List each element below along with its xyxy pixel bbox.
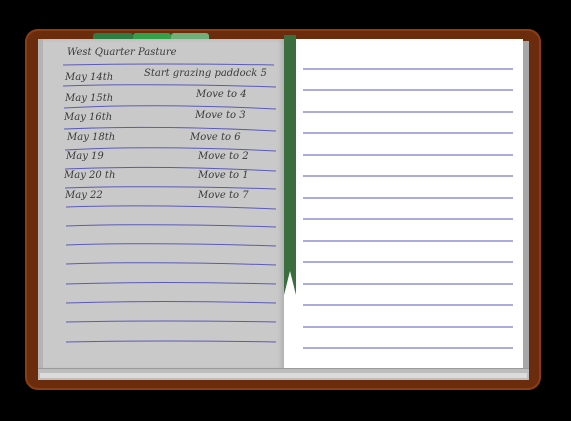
ruled-line	[62, 84, 277, 88]
left-page-edge	[38, 39, 43, 370]
entry-note: Move to 2	[198, 151, 249, 162]
entry-date: May 19	[66, 151, 104, 162]
ruled-line	[65, 320, 277, 323]
right-page	[284, 39, 523, 370]
ruled-line	[65, 262, 277, 266]
entry-date: May 16th	[64, 112, 113, 123]
entry-note: Move to 4	[196, 89, 247, 100]
page-title: West Quarter Pasture	[67, 47, 177, 58]
left-page: West Quarter Pasture May 14th Start graz…	[38, 39, 284, 370]
entry-date: May 18th	[67, 132, 116, 143]
ruled-line	[62, 63, 275, 66]
ruled-line	[65, 340, 277, 343]
entry-date: May 22	[65, 190, 103, 201]
entry-note: Move to 3	[195, 110, 246, 121]
entry-note: Move to 1	[198, 170, 249, 181]
entry-date: May 15th	[65, 93, 114, 104]
page-stack-bottom-highlight	[40, 373, 527, 378]
ruled-line	[65, 301, 277, 304]
entry-note: Move to 7	[198, 190, 249, 201]
ruled-line	[65, 205, 277, 210]
entry-note: Move to 6	[190, 132, 241, 143]
ruled-line	[65, 224, 277, 228]
ruled-line	[65, 243, 277, 247]
entry-date: May 14th	[65, 72, 114, 83]
bookmark-ribbon[interactable]	[284, 35, 296, 295]
right-page-edge	[523, 41, 529, 369]
entry-note: Start grazing paddock 5	[144, 68, 267, 79]
left-page-lines	[62, 63, 277, 343]
right-page-lines	[303, 68, 513, 349]
ruled-line	[63, 105, 277, 110]
ruled-line	[64, 186, 277, 190]
entry-date: May 20 th	[64, 170, 116, 181]
ruled-line	[65, 282, 277, 285]
ruled-line	[63, 126, 277, 132]
